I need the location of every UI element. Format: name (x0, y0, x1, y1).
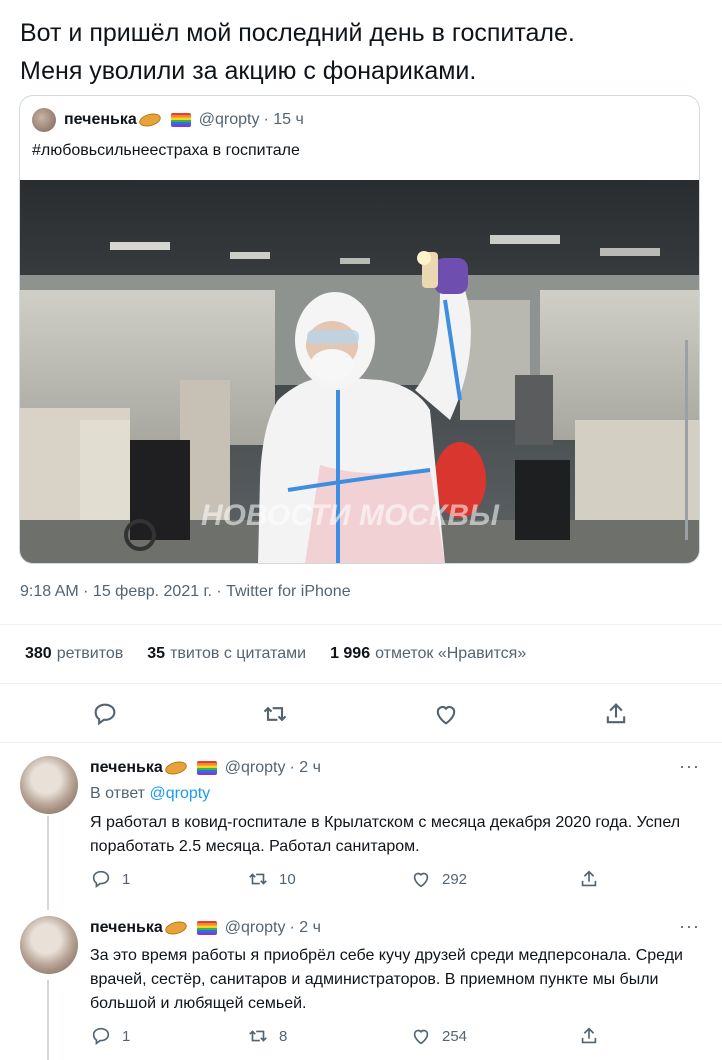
share-button[interactable] (578, 1025, 600, 1047)
share-icon (581, 1027, 597, 1044)
reply-actions: 1 10 292 (90, 868, 610, 890)
watermark-text: НОВОСТИ МОСКВЫ (201, 499, 500, 532)
thread-line (47, 980, 49, 1060)
likes-stat[interactable]: 1 996 отметок «Нравится» (330, 645, 526, 663)
quoted-photo[interactable]: НОВОСТИ МОСКВЫ (20, 180, 699, 563)
tweet-meta[interactable]: 9:18 AM · 15 февр. 2021 г. · Twitter for… (20, 583, 351, 601)
retweet-count: 10 (279, 870, 296, 888)
divider (0, 624, 722, 625)
hospital-photo-image: НОВОСТИ МОСКВЫ (20, 180, 699, 563)
tweet-text: Вот и пришёл мой последний день в госпит… (20, 14, 700, 90)
reply-tweet[interactable]: печенька @qropty · 2 ч ··· За это время … (0, 910, 722, 1060)
like-icon[interactable] (432, 700, 460, 728)
like-count: 292 (442, 870, 468, 888)
rainbow-flag-icon (196, 761, 217, 775)
quoted-tweet-card[interactable]: печенька @qropty · 15 ч #любовьсильнеест… (19, 95, 700, 564)
quoted-tweet-header: печенька @qropty · 15 ч (32, 108, 304, 132)
retweet-count: 8 (279, 1027, 288, 1045)
reply-header: печенька @qropty · 2 ч (90, 919, 321, 937)
reply-icon (92, 1027, 110, 1045)
tweet-text-line-2: Меня уволили за акцию с фонариками. (20, 57, 477, 85)
like-count: 254 (442, 1027, 468, 1045)
quote-tweets-stat[interactable]: 35 твитов с цитатами (147, 645, 306, 663)
tweet-text-line-1: Вот и пришёл мой последний день в госпит… (20, 19, 575, 47)
author-name[interactable]: печенька (90, 919, 163, 937)
retweet-icon[interactable] (261, 700, 289, 728)
rainbow-flag-icon (196, 921, 217, 935)
reply-actions: 1 8 254 (90, 1025, 610, 1047)
reply-button[interactable]: 1 (90, 1025, 130, 1047)
cookie-emoji-icon (163, 759, 188, 777)
share-button[interactable] (578, 868, 600, 890)
like-icon (413, 1029, 429, 1045)
like-icon (413, 872, 429, 888)
quoted-time: · 15 ч (263, 111, 304, 128)
reply-time: · 2 ч (289, 759, 321, 776)
reply-text: Я работал в ковид-госпитале в Крылатском… (90, 814, 681, 855)
reply-header: печенька @qropty · 2 ч (90, 759, 321, 777)
tweet-stats: 380 ретвитов 35 твитов с цитатами 1 996 отм… (25, 645, 526, 663)
reply-icon (92, 870, 110, 888)
reply-icon[interactable] (91, 700, 119, 728)
in-reply-to: В ответ @qropty (90, 785, 211, 802)
like-button[interactable]: 254 (410, 1025, 467, 1047)
like-button[interactable]: 292 (410, 868, 467, 890)
more-options-icon[interactable]: ··· (679, 916, 700, 937)
reply-text: За это время работы я приобрёл себе кучу… (90, 947, 683, 1012)
retweet-button[interactable]: 10 (247, 868, 296, 890)
more-options-icon[interactable]: ··· (679, 756, 700, 777)
reply-button[interactable]: 1 (90, 868, 130, 890)
cookie-emoji-icon (163, 919, 188, 937)
in-reply-handle[interactable]: @qropty (149, 785, 210, 802)
author-handle[interactable]: @qropty (225, 919, 286, 937)
retweet-button[interactable]: 8 (247, 1025, 287, 1047)
tweet-actions (0, 700, 722, 728)
quoted-tweet-text: #любовьсильнеестраха в госпитале (32, 142, 300, 159)
rainbow-flag-icon (170, 113, 191, 127)
author-name[interactable]: печенька (90, 759, 163, 777)
retweets-stat[interactable]: 380 ретвитов (25, 645, 123, 663)
reply-count: 1 (122, 1027, 131, 1045)
avatar[interactable] (20, 756, 78, 814)
reply-tweet[interactable]: печенька @qropty · 2 ч ··· В ответ @qrop… (0, 742, 722, 910)
retweet-icon (249, 1030, 267, 1042)
reply-count: 1 (122, 870, 131, 888)
reply-time: · 2 ч (289, 919, 321, 936)
share-icon[interactable] (602, 700, 630, 728)
avatar[interactable] (20, 916, 78, 974)
share-icon (581, 870, 597, 887)
quoted-author-name[interactable]: печенька (64, 111, 137, 129)
quoted-author-handle[interactable]: @qropty (199, 111, 260, 129)
quoted-avatar[interactable] (32, 108, 56, 132)
divider (0, 683, 722, 684)
retweet-icon (249, 873, 267, 885)
author-handle[interactable]: @qropty (225, 759, 286, 777)
cookie-emoji-icon (137, 111, 162, 129)
